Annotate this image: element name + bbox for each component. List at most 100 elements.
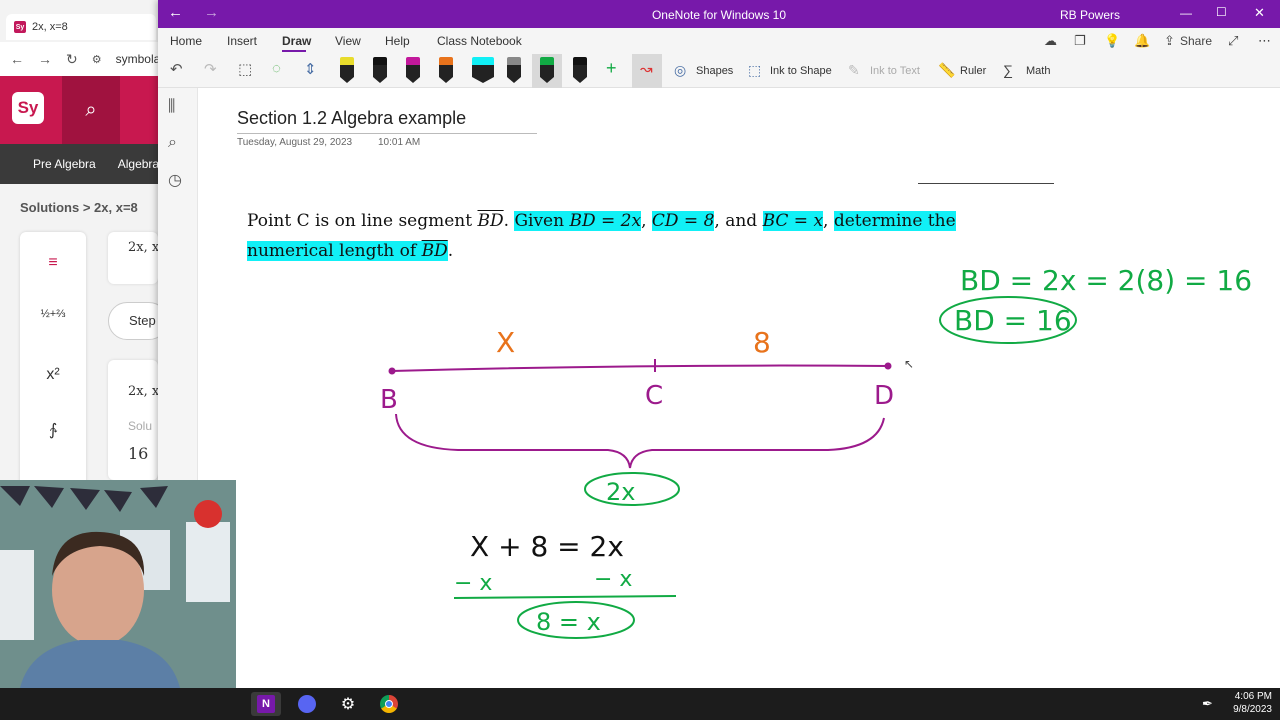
label-8: 8 [753, 326, 771, 359]
pen-yellow-icon[interactable] [340, 57, 354, 83]
pen-cap [573, 57, 587, 65]
maximize-icon[interactable]: ☐ [1216, 5, 1227, 19]
address-bar[interactable]: ← → ↻ ⚙ symbola [0, 42, 160, 76]
taskbar: N ⚙ ✒ 4:06 PM 9/8/2023 [0, 688, 1280, 720]
ink-lasso-icon[interactable]: ↝ [640, 60, 653, 78]
select-text-icon[interactable]: ⬚ [238, 60, 252, 78]
ink-to-text-icon[interactable]: ✎ [848, 62, 860, 79]
tab-class-notebook[interactable]: Class Notebook [437, 34, 522, 48]
side-result: BD = 16 [954, 304, 1072, 337]
forward-arrow-icon[interactable]: → [38, 51, 52, 67]
undo-icon[interactable]: ↶ [170, 60, 183, 78]
taskbar-chrome-icon[interactable] [374, 692, 404, 716]
bell-icon[interactable]: 🔔 [1134, 33, 1150, 49]
expand-icon[interactable]: ⤢ [1228, 33, 1238, 49]
draw-toolbar: ↶ ↷ ⬚ ◌ ⇕ + ↝ ◎ Shapes ⬚ Ink to Shape ✎ … [158, 54, 1280, 88]
pen-body [340, 65, 354, 77]
page-canvas[interactable]: Section 1.2 Algebra example Tuesday, Aug… [198, 88, 1280, 688]
redo-icon[interactable]: ↷ [204, 60, 217, 78]
pen-cap [439, 57, 453, 65]
minimize-icon[interactable]: — [1180, 6, 1192, 20]
problem-card[interactable]: 2x, x [108, 232, 158, 284]
point-c: C [645, 381, 663, 411]
menu-icon[interactable]: ≡ [20, 254, 86, 272]
taskbar-onenote-icon[interactable]: N [251, 692, 281, 716]
pen-cap [340, 57, 354, 65]
ruler-icon[interactable]: 📏 [938, 62, 955, 79]
back-arrow-icon[interactable]: ← [10, 51, 24, 67]
pen-tip [573, 77, 587, 83]
browser-tab[interactable]: Sy 2x, x=8 [6, 14, 156, 40]
add-pen-icon[interactable]: + [606, 58, 617, 79]
red-decoration [194, 500, 222, 528]
highlighter-body [472, 65, 494, 77]
symbolab-logo[interactable]: Sy [12, 92, 44, 124]
site-info-icon[interactable]: ⚙ [92, 53, 102, 66]
endpoint-b [388, 367, 396, 375]
taskbar-settings-icon[interactable]: ⚙ [333, 692, 363, 716]
close-icon[interactable]: ✕ [1254, 5, 1265, 21]
webcam-image [0, 480, 236, 688]
pen-black-2-icon[interactable] [573, 57, 587, 83]
equation-result: 8 = x [536, 608, 601, 636]
brace-label: 2x [606, 478, 635, 506]
ink-to-shape-button[interactable]: Ink to Shape [770, 65, 832, 77]
math-button[interactable]: Math [1026, 65, 1050, 77]
solution-label: Solu [128, 419, 153, 433]
shapes-button[interactable]: Shapes [696, 65, 733, 77]
pen-orange-icon[interactable] [439, 57, 453, 83]
url-text[interactable]: symbola [116, 52, 161, 66]
pen-body [439, 65, 453, 77]
endpoint-d [884, 362, 892, 370]
symbolab-nav: Pre Algebra Algebra [0, 144, 160, 184]
system-clock[interactable]: 4:06 PM 9/8/2023 [1228, 690, 1272, 716]
integral-icon[interactable]: ∱ [20, 420, 86, 440]
user-name[interactable]: RB Powers [1060, 8, 1120, 22]
breadcrumb: Solutions > 2x, x=8 [20, 200, 138, 215]
solution-expression: 2x, x [128, 384, 158, 399]
sync-icon[interactable]: ☁ [1044, 33, 1057, 49]
fraction-icon[interactable]: ½+⅔ [20, 308, 86, 320]
power-icon[interactable]: x² [20, 366, 86, 384]
pen-gray-icon[interactable] [507, 57, 521, 83]
active-tab-indicator [282, 50, 306, 52]
ribbon-tabs: Home Insert Draw View Help Class Noteboo… [158, 28, 1280, 54]
more-icon[interactable]: ⋯ [1258, 33, 1271, 49]
tab-view[interactable]: View [335, 34, 361, 48]
pen-tip [439, 77, 453, 83]
ink-to-text-button[interactable]: Ink to Text [870, 65, 920, 77]
highlighter-tip [472, 77, 494, 83]
recent-icon[interactable]: ◷ [168, 170, 182, 190]
lightbulb-icon[interactable]: 💡 [1104, 33, 1120, 49]
taskbar-discord-icon[interactable] [292, 692, 322, 716]
tab-draw[interactable]: Draw [282, 34, 311, 48]
tab-help[interactable]: Help [385, 34, 410, 48]
pages-icon[interactable]: ❐ [1074, 33, 1086, 49]
search-icon[interactable]: ⌕ [62, 76, 120, 144]
webcam-overlay [0, 480, 236, 688]
tab-insert[interactable]: Insert [227, 34, 257, 48]
pen-green-icon[interactable] [540, 57, 554, 83]
pen-tray-icon[interactable]: ✒ [1202, 696, 1213, 712]
lasso-select-icon[interactable]: ◌ [272, 60, 281, 77]
add-space-icon[interactable]: ⇕ [304, 60, 317, 78]
shapes-icon[interactable]: ◎ [674, 62, 686, 79]
brace [395, 413, 885, 469]
ink-to-shape-icon[interactable]: ⬚ [748, 62, 761, 79]
point-d: D [874, 381, 894, 411]
tab-home[interactable]: Home [170, 34, 202, 48]
reload-icon[interactable]: ↻ [66, 51, 78, 68]
nav-algebra[interactable]: Algebra [118, 157, 159, 171]
search-icon[interactable]: ⌕ [168, 134, 177, 152]
nav-pre-algebra[interactable]: Pre Algebra [33, 157, 96, 171]
math-icon[interactable]: ∑ [1003, 62, 1013, 78]
share-button[interactable]: Share [1180, 34, 1212, 48]
pen-black-icon[interactable] [373, 57, 387, 83]
notebooks-icon[interactable]: ⫼ [168, 98, 175, 116]
pen-magenta-icon[interactable] [406, 57, 420, 83]
ruler-button[interactable]: Ruler [960, 65, 986, 77]
side-work-1: BD = 2x = 2(8) = 16 [960, 264, 1252, 297]
share-icon[interactable]: ⇪ [1164, 33, 1175, 49]
highlighter-cyan-icon[interactable] [472, 57, 494, 83]
pen-tip [507, 77, 521, 83]
